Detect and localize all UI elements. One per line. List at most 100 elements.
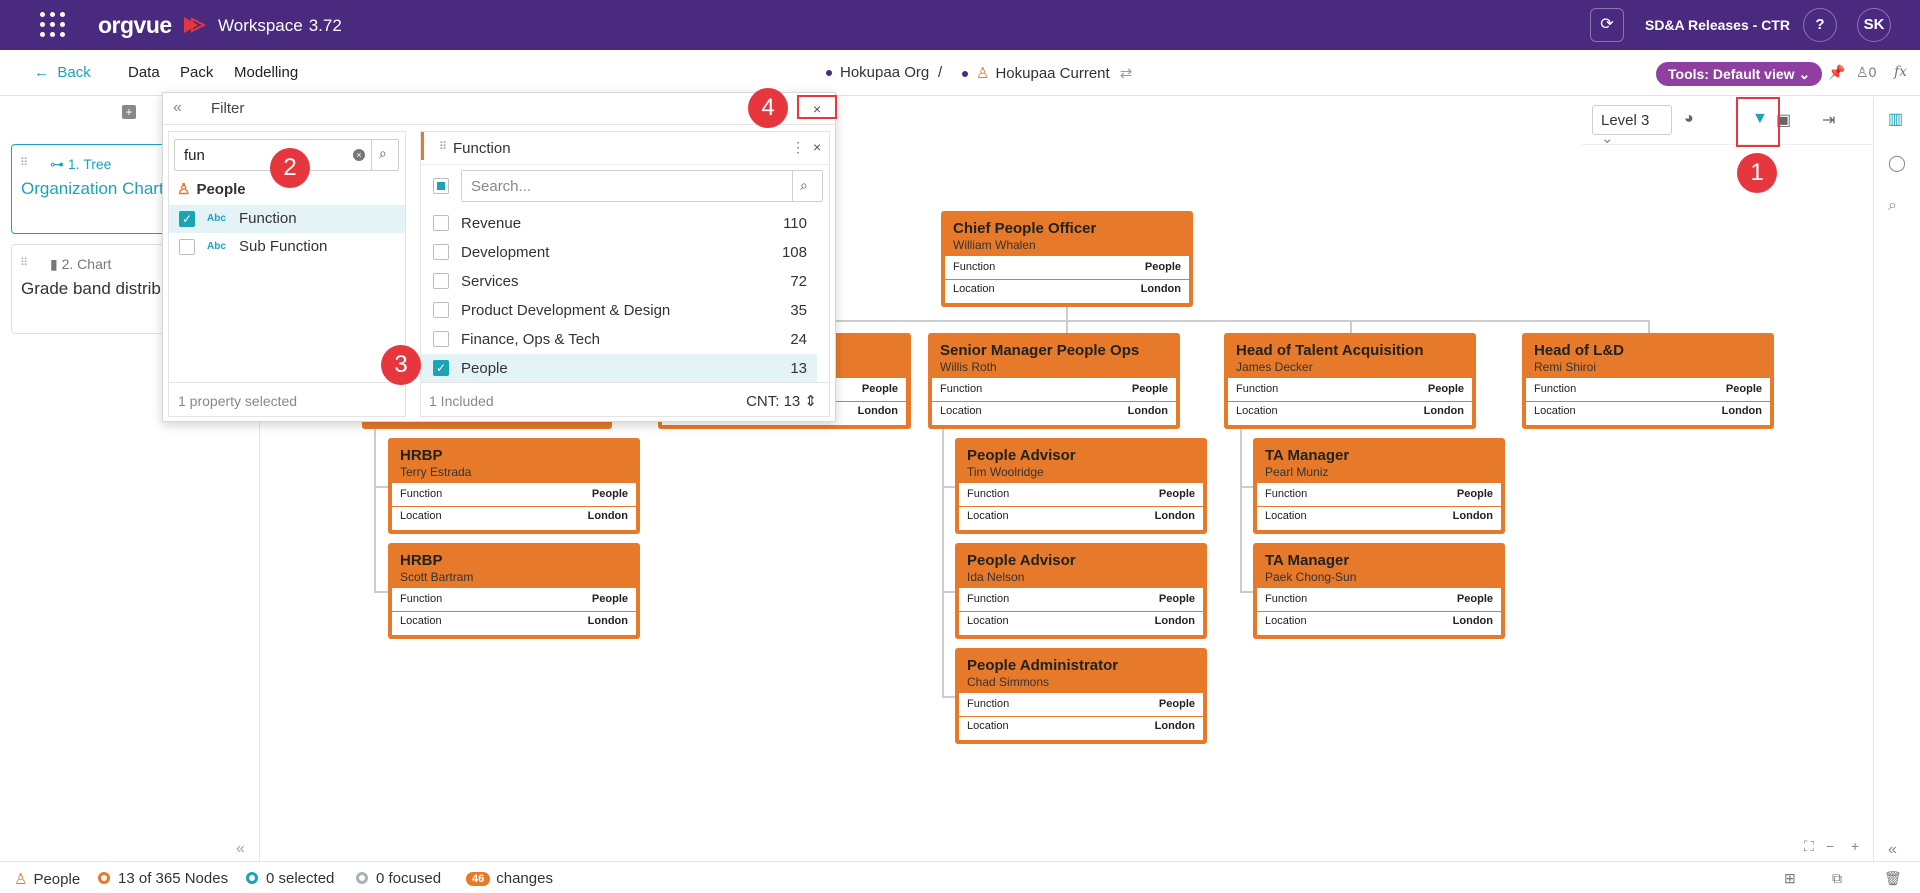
user-avatar[interactable]: SK (1857, 8, 1891, 42)
node-title: HRBP (400, 447, 443, 464)
delete-icon[interactable]: 🗑 (1884, 870, 1902, 887)
org-node[interactable]: TA Manager Pearl Muniz Function People Lo… (1253, 438, 1505, 534)
property-checkbox[interactable] (179, 239, 195, 255)
org-node[interactable]: People Advisor Tim Woolridge Function Peo… (955, 438, 1207, 534)
sync-button[interactable]: ⟳ (1590, 8, 1624, 42)
connector (1240, 591, 1254, 593)
org-node[interactable]: Chief People Officer William Whalen Func… (941, 211, 1193, 307)
add-view-icon[interactable]: + (122, 105, 136, 119)
node-function-value: People (591, 488, 628, 500)
workspace-title: Workspace 3.72 (218, 16, 342, 36)
collapse-filter-icon[interactable]: « (173, 99, 182, 117)
level-select[interactable]: Level 3 ⌄ (1592, 105, 1672, 147)
node-function-label: Function (400, 593, 443, 605)
org-node[interactable]: TA Manager Paek Chong-Sun Function People… (1253, 543, 1505, 639)
drag-handle-icon[interactable]: ⠿ (20, 156, 28, 169)
drag-handle-icon[interactable]: ⠿ (20, 256, 28, 269)
org-node[interactable]: People Administrator Chad Simmons Functi… (955, 648, 1207, 744)
refresh-icon: ⟳ (1600, 16, 1614, 33)
org-node[interactable]: Head of Talent Acquisition James Decker … (1224, 333, 1476, 429)
value-item[interactable]: Development 108 (421, 238, 817, 267)
value-item[interactable]: Services 72 (421, 267, 817, 296)
status-nodes[interactable]: 13 of 365 Nodes (98, 870, 228, 887)
search-icon[interactable]: ⌕ (379, 145, 387, 162)
nodes-icon (98, 872, 110, 884)
breadcrumb-separator: / (938, 64, 943, 81)
back-link[interactable]: ← Back (34, 64, 91, 81)
value-checkbox[interactable] (433, 215, 449, 231)
menu-pack[interactable]: Pack (180, 64, 213, 81)
status-focused-label: 0 focused (376, 870, 442, 887)
node-location-label: Location (953, 283, 995, 295)
value-item[interactable]: ✓ People 13 (421, 354, 817, 383)
value-checkbox[interactable] (433, 273, 449, 289)
fit-screen-icon[interactable]: ⛶ (1804, 838, 1814, 855)
value-count: 24 (790, 331, 807, 348)
help-button[interactable]: ? (1803, 8, 1837, 42)
view-card-name: Organization Chart (21, 179, 164, 198)
copy-icon[interactable]: ⧉ (1832, 870, 1842, 887)
org-node[interactable]: Head of L&D Remi Shiroi Function People L… (1522, 333, 1774, 429)
breadcrumb-current[interactable]: ♙ Hokupaa Current ⇄ (962, 64, 1132, 82)
connector (1240, 486, 1254, 488)
formula-icon[interactable]: fx (1894, 64, 1907, 80)
dimension-header: ♙ People (177, 180, 246, 198)
text-type-icon: Abc (207, 241, 226, 252)
zoom-in-icon[interactable]: + (1851, 838, 1859, 854)
search-icon[interactable]: ⌕ (800, 177, 808, 194)
collapse-right-icon[interactable]: « (1888, 841, 1897, 859)
property-item[interactable]: Abc Sub Function (169, 233, 405, 261)
clear-search-icon[interactable]: × (353, 149, 365, 161)
node-fields: Function People Location London (945, 256, 1189, 303)
palette-icon[interactable]: ◕ (1684, 110, 1694, 128)
value-item[interactable]: Revenue 110 (421, 209, 817, 238)
breadcrumb-org[interactable]: Hokupaa Org (826, 64, 929, 81)
status-dimension[interactable]: ♙ People (14, 870, 80, 888)
value-item[interactable]: Finance, Ops & Tech 24 (421, 325, 817, 354)
value-search-input[interactable]: Search... ⌕ (461, 170, 823, 202)
callout-3: 3 (381, 345, 421, 385)
app-launcher-icon[interactable] (40, 12, 66, 38)
close-card-button[interactable]: × (813, 139, 821, 155)
pin-icon[interactable]: 📌 (1828, 64, 1845, 81)
tools-view-dropdown[interactable]: Tools: Default view ⌄ (1656, 62, 1823, 86)
chevron-down-icon: ⌄ (1798, 66, 1811, 82)
node-location-label: Location (1265, 615, 1307, 627)
value-checkbox[interactable] (433, 244, 449, 260)
dot-icon (826, 70, 832, 77)
property-item[interactable]: ✓ Abc Function (169, 205, 405, 233)
circle-icon[interactable]: ◯ (1888, 153, 1906, 173)
menu-data[interactable]: Data (128, 64, 160, 81)
add-node-icon[interactable]: ⊞ (1784, 870, 1796, 887)
export-icon[interactable]: ⇥ (1822, 110, 1835, 130)
switch-icon[interactable]: ⇄ (1120, 65, 1133, 82)
value-checkbox[interactable]: ✓ (433, 360, 449, 376)
value-checkbox[interactable] (433, 302, 449, 318)
menu-modelling[interactable]: Modelling (234, 64, 298, 81)
zoom-out-icon[interactable]: − (1826, 838, 1834, 854)
property-checkbox[interactable]: ✓ (179, 211, 195, 227)
value-item[interactable]: Product Development & Design 35 (421, 296, 817, 325)
org-node[interactable]: HRBP Scott Bartram Function People Locati… (388, 543, 640, 639)
org-node[interactable]: Senior Manager People Ops Willis Roth Fu… (928, 333, 1180, 429)
value-filter-title: Function (453, 140, 511, 157)
person-icon: ♙ (976, 65, 990, 82)
org-node[interactable]: HRBP Terry Estrada Function People Locati… (388, 438, 640, 534)
node-function-value: People (861, 383, 898, 395)
status-changes[interactable]: 46 changes (466, 870, 553, 887)
value-checkbox[interactable] (433, 331, 449, 347)
workspace-version: 3.72 (308, 16, 342, 35)
more-options-icon[interactable]: ⋮ (791, 139, 805, 156)
org-node[interactable]: People Advisor Ida Nelson Function People… (955, 543, 1207, 639)
release-selector[interactable]: SD&A Releases - CTR (1645, 17, 1790, 33)
connector (784, 320, 1650, 322)
cnt-sort-toggle[interactable]: CNT: 13 ⇕ (746, 392, 817, 410)
select-all-checkbox[interactable] (433, 178, 449, 194)
users-icon[interactable]: ♙0 (1856, 64, 1876, 81)
chart-panel-icon[interactable]: ▥ (1888, 109, 1903, 129)
status-selected[interactable]: 0 selected (246, 870, 334, 887)
collapse-left-icon[interactable]: « (236, 840, 245, 858)
drag-handle-icon[interactable]: ⠿ (439, 140, 447, 153)
search-icon[interactable]: ⌕ (1888, 197, 1897, 215)
status-focused[interactable]: 0 focused (356, 870, 441, 887)
